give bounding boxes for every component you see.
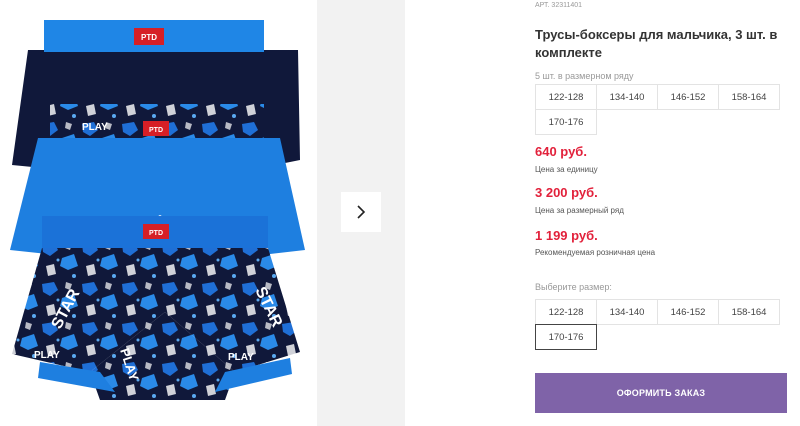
place-order-button[interactable]: ОФОРМИТЬ ЗАКАЗ xyxy=(535,373,787,413)
product-title: Трусы-боксеры для мальчика, 3 шт. в комп… xyxy=(535,27,778,60)
size-row-item: 170-176 xyxy=(535,109,597,135)
size-row-label: 5 шт. в размерном ряду xyxy=(535,71,634,81)
retail-price: 1 199 руб. xyxy=(535,228,598,243)
svg-text:PTD: PTD xyxy=(149,127,163,134)
unit-price-note: Цена за единицу xyxy=(535,165,598,174)
size-row-grid: 122-128 134-140 146-152 158-164 170-176 xyxy=(535,84,780,135)
retail-price-note: Рекомендуемая розничная цена xyxy=(535,248,656,257)
size-row-item: 158-164 xyxy=(718,84,780,110)
size-row-item: 122-128 xyxy=(535,84,597,110)
size-selector: 122-128 134-140 146-152 158-164 170-176 xyxy=(535,299,780,350)
product-image: PTD PTD PLAY PTD STAR STAR PLAY PLAY PLA… xyxy=(0,0,317,426)
size-option-158-164[interactable]: 158-164 xyxy=(718,299,780,325)
svg-text:PTD: PTD xyxy=(141,33,157,42)
article-value: 32311401 xyxy=(551,2,583,9)
size-row-item: 146-152 xyxy=(657,84,719,110)
svg-text:PLAY: PLAY xyxy=(82,122,108,133)
size-option-146-152[interactable]: 146-152 xyxy=(657,299,719,325)
row-price-note: Цена за размерный ряд xyxy=(535,206,624,215)
chevron-right-icon xyxy=(357,205,366,219)
boxer-camo: PTD STAR STAR PLAY PLAY PLAY xyxy=(12,216,300,400)
svg-text:PLAY: PLAY xyxy=(228,352,254,363)
row-price: 3 200 руб. xyxy=(535,185,598,200)
svg-text:PLAY: PLAY xyxy=(34,350,60,361)
size-option-134-140[interactable]: 134-140 xyxy=(596,299,658,325)
size-row-item: 134-140 xyxy=(596,84,658,110)
next-image-button[interactable] xyxy=(341,192,381,232)
unit-price: 640 руб. xyxy=(535,144,587,159)
article-number: АРТ. 32311401 xyxy=(535,2,582,9)
article-label: АРТ. xyxy=(535,2,550,9)
size-option-170-176[interactable]: 170-176 xyxy=(535,324,597,350)
gallery-nav-panel xyxy=(317,0,405,426)
size-select-label: Выберите размер: xyxy=(535,282,612,292)
boxers-illustration: PTD PTD PLAY PTD STAR STAR PLAY PLAY PLA… xyxy=(10,20,305,400)
size-option-122-128[interactable]: 122-128 xyxy=(535,299,597,325)
svg-text:PTD: PTD xyxy=(149,230,163,237)
